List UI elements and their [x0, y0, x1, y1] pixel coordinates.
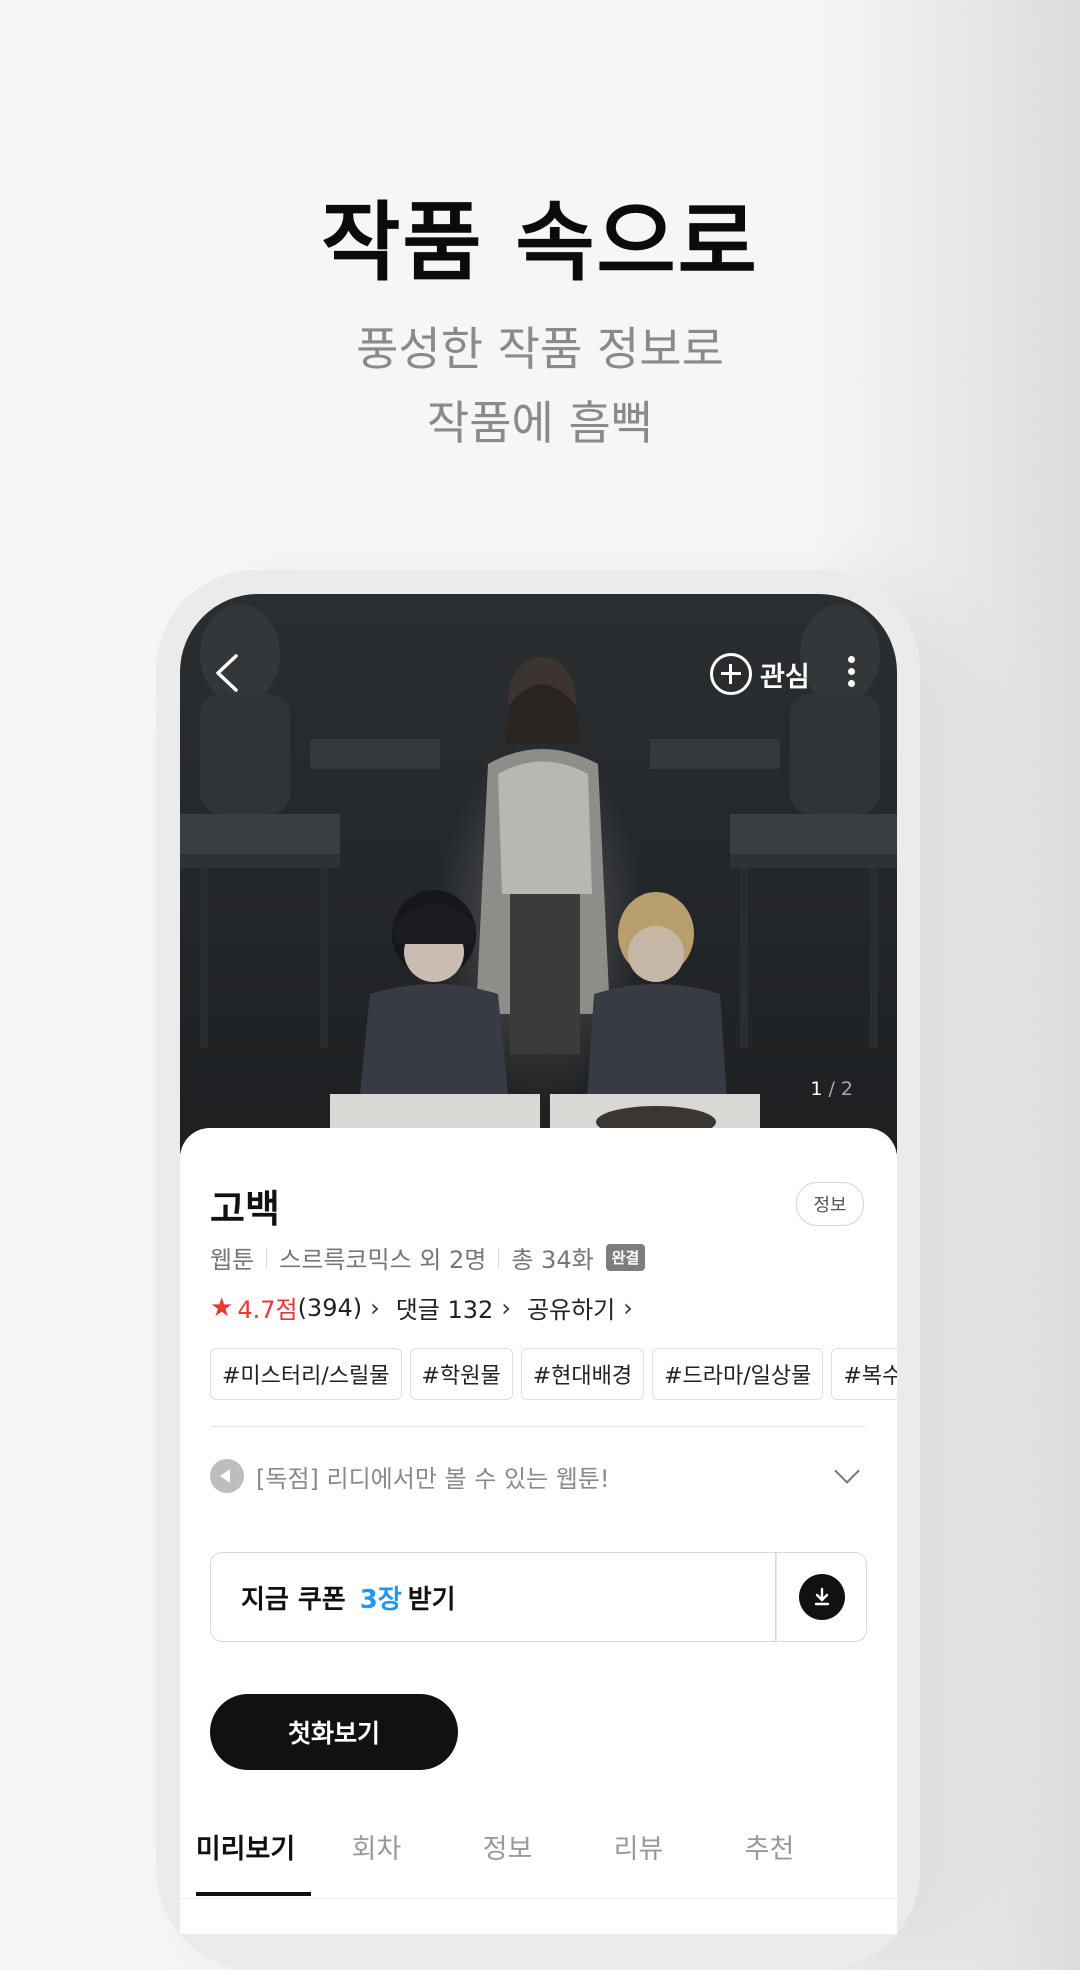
chevron-right-icon: ›	[370, 1293, 380, 1322]
more-dot	[847, 668, 855, 675]
chevron-down-icon[interactable]	[834, 1458, 860, 1484]
speaker-icon	[210, 1459, 244, 1493]
work-stats: ★ 4.7점 (394) › 댓글 132 › 공유하기 ›	[210, 1290, 649, 1325]
star-icon: ★	[210, 1292, 234, 1323]
status-badge: 완결	[605, 1244, 646, 1271]
work-type: 웹툰	[210, 1246, 255, 1274]
promo-subtitle-line-1: 풍성한 작품 정보로	[356, 322, 724, 376]
rating-count[interactable]: (394)	[298, 1294, 363, 1322]
chevron-right-icon: ›	[501, 1293, 511, 1322]
coupon-prefix: 지금 쿠폰	[241, 1584, 346, 1615]
coupon-suffix: 받기	[407, 1584, 456, 1615]
more-button[interactable]	[845, 656, 857, 692]
top-bar: 관심	[180, 594, 897, 724]
work-authors[interactable]: 스르륵코믹스 외 2명	[279, 1240, 486, 1275]
tab-preview[interactable]: 미리보기	[180, 1818, 311, 1898]
pager-total: 2	[840, 1078, 853, 1100]
tag-list: #미스터리/스릴물 #학원물 #현대배경 #드라마/일상물 #복수	[210, 1348, 897, 1400]
tag-chip[interactable]: #현대배경	[520, 1348, 645, 1400]
plus-circle-icon	[710, 653, 752, 695]
work-meta: 웹툰 스르륵코믹스 외 2명 총 34화 완결	[210, 1240, 646, 1275]
notice-banner[interactable]: [독점] 리디에서만 볼 수 있는 웹툰!	[210, 1450, 866, 1502]
chevron-right-icon: ›	[623, 1293, 633, 1322]
coupon-button[interactable]: 지금 쿠폰 3장 받기	[210, 1552, 776, 1642]
tag-chip[interactable]: #드라마/일상물	[652, 1348, 824, 1400]
coupon-count: 3장	[359, 1584, 402, 1615]
favorite-button[interactable]: 관심	[710, 652, 810, 696]
share-link[interactable]: 공유하기	[527, 1290, 615, 1325]
more-vertical-icon	[847, 656, 855, 663]
notice-text: [독점] 리디에서만 볼 수 있는 웹툰!	[256, 1464, 610, 1493]
chevron-left-icon	[216, 654, 238, 692]
meta-divider	[498, 1247, 500, 1268]
meta-divider	[266, 1247, 268, 1268]
phone-screen: 관심 1 / 2 고백 정보 웹툰 스르륵코믹스 외 2명 총 34화 완결 ★	[180, 594, 897, 1934]
tabs-divider	[180, 1898, 897, 1899]
tag-chip[interactable]: #미스터리/스릴물	[210, 1348, 402, 1400]
coupon-download-button[interactable]	[776, 1552, 867, 1642]
first-episode-button[interactable]: 첫화보기	[210, 1694, 458, 1770]
pager-separator: /	[828, 1078, 835, 1100]
tab-info[interactable]: 정보	[442, 1818, 573, 1898]
download-icon	[798, 1574, 845, 1620]
back-button[interactable]	[206, 648, 250, 698]
comments-link[interactable]: 댓글 132	[396, 1290, 494, 1325]
promo-subtitle: 풍성한 작품 정보로 작품에 흠뻑	[0, 312, 1080, 460]
tag-chip[interactable]: #복수	[831, 1348, 897, 1400]
tag-chip[interactable]: #학원물	[409, 1348, 513, 1400]
image-pager: 1 / 2	[810, 1078, 853, 1100]
pager-current: 1	[810, 1078, 823, 1100]
favorite-label: 관심	[760, 661, 810, 693]
work-detail-sheet: 고백 정보 웹툰 스르륵코믹스 외 2명 총 34화 완결 ★ 4.7점 (39…	[180, 1128, 897, 1934]
info-button[interactable]: 정보	[796, 1182, 864, 1226]
promo-subtitle-line-2: 작품에 흠뻑	[426, 396, 654, 450]
more-dot	[847, 680, 855, 687]
work-title: 고백	[210, 1187, 280, 1231]
work-episodes: 총 34화	[511, 1246, 594, 1274]
rating-value[interactable]: 4.7점	[237, 1290, 297, 1325]
tab-episodes[interactable]: 회차	[311, 1818, 442, 1898]
tab-reviews[interactable]: 리뷰	[573, 1818, 704, 1898]
detail-tabs: 미리보기 회차 정보 리뷰 추천	[180, 1818, 897, 1898]
cover-image[interactable]: 관심 1 / 2	[180, 594, 897, 1154]
section-divider	[210, 1426, 866, 1427]
tab-recommend[interactable]: 추천	[704, 1818, 835, 1898]
promo-title: 작품 속으로	[321, 193, 759, 293]
